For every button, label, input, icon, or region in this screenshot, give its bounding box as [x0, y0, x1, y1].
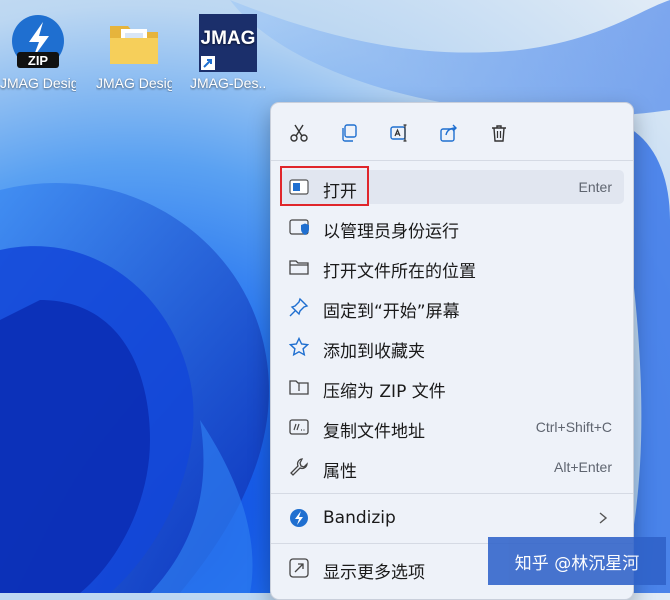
delete-button[interactable]: [485, 119, 513, 147]
chevron-right-icon: [599, 512, 608, 524]
menu-item-pin-to-start[interactable]: 固定到“开始”屏幕: [281, 290, 624, 324]
context-menu-toolbar: [271, 115, 633, 151]
trash-icon: [492, 125, 506, 142]
cut-button[interactable]: [285, 119, 313, 147]
pin-icon: [289, 297, 309, 317]
menu-item-shortcut: Enter: [578, 179, 612, 195]
folder-outline-icon: [289, 260, 309, 275]
menu-item-copy-as-path[interactable]: 复制文件地址 Ctrl+Shift+C: [281, 410, 624, 444]
menu-item-properties[interactable]: 属性 Alt+Enter: [281, 450, 624, 484]
menu-item-open-file-location[interactable]: 打开文件所在的位置: [281, 250, 624, 284]
copy-path-icon: [289, 419, 309, 435]
menu-item-add-to-favorites[interactable]: 添加到收藏夹: [281, 330, 624, 364]
menu-item-compress-zip[interactable]: 压缩为 ZIP 文件: [281, 370, 624, 404]
menu-item-label: 固定到“开始”屏幕: [323, 302, 460, 322]
more-options-icon: [289, 558, 309, 578]
menu-item-label: 显示更多选项: [323, 563, 425, 583]
copy-button[interactable]: [335, 119, 363, 147]
share-icon: [440, 124, 457, 142]
menu-item-label: 压缩为 ZIP 文件: [323, 382, 446, 402]
menu-item-label: 打开文件所在的位置: [323, 262, 476, 282]
menu-item-label: Bandizip: [323, 508, 396, 528]
copy-icon: [342, 124, 357, 142]
desktop-icon-label: JMAG Design...: [0, 75, 76, 91]
menu-separator: [271, 493, 633, 494]
desktop-icon-jmag-zip[interactable]: ZIP JMAG Design...: [0, 14, 76, 92]
menu-item-shortcut: Ctrl+Shift+C: [535, 419, 612, 435]
svg-text:ZIP: ZIP: [28, 53, 49, 68]
share-button[interactable]: [435, 119, 463, 147]
desktop-icon-label: JMAG-Des...: [190, 75, 266, 91]
menu-item-label: 以管理员身份运行: [323, 222, 459, 242]
menu-item-label: 属性: [323, 462, 357, 482]
desktop-icon-jmag-shortcut[interactable]: JMAG JMAG-Des...: [190, 14, 266, 92]
menu-item-shortcut: Alt+Enter: [554, 459, 612, 475]
jmag-logo-icon: JMAG: [199, 14, 257, 72]
watermark: 知乎 @林沉星河: [488, 537, 666, 585]
rename-button[interactable]: [385, 119, 413, 147]
folder-icon: [105, 14, 163, 72]
menu-item-label: 添加到收藏夹: [323, 342, 425, 362]
zip-folder-icon: [289, 380, 309, 395]
wrench-icon: [290, 458, 308, 476]
star-icon: [289, 337, 309, 357]
menu-separator: [271, 160, 633, 161]
bandizip-icon: [290, 509, 308, 527]
zip-archive-icon: ZIP: [9, 14, 67, 72]
scissors-icon: [290, 124, 308, 142]
rename-icon: [390, 124, 407, 142]
desktop-icon-jmag-folder[interactable]: JMAG Design...: [96, 14, 172, 92]
svg-text:JMAG: JMAG: [201, 28, 256, 49]
menu-item-run-as-admin[interactable]: 以管理员身份运行: [281, 210, 624, 244]
highlight-annotation-box: [280, 166, 369, 206]
menu-item-bandizip[interactable]: Bandizip: [281, 501, 624, 535]
shield-icon: [289, 219, 309, 235]
desktop-icon-label: JMAG Design...: [96, 75, 172, 91]
menu-item-label: 复制文件地址: [323, 422, 425, 442]
